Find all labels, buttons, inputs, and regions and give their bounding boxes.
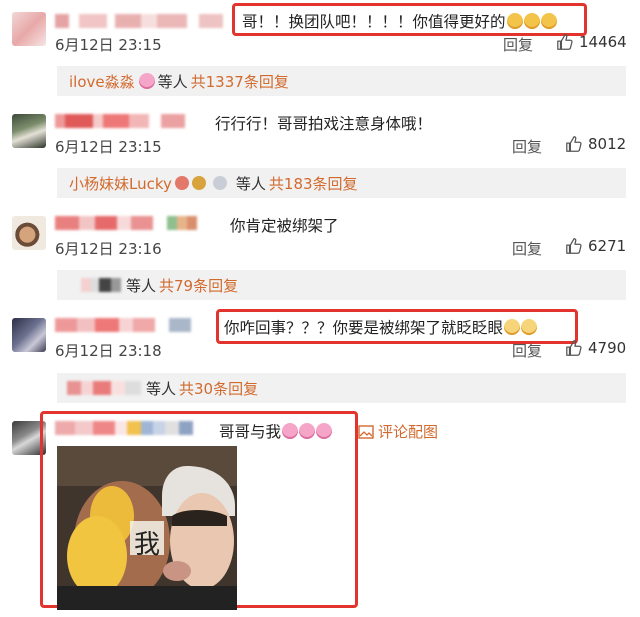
reply-user-blurred[interactable] [81,278,123,292]
thumbs-up-icon [566,340,582,356]
reply-count[interactable]: 共79条回复 [159,275,238,296]
reply-user[interactable]: 小杨妹妹Lucky [69,173,172,194]
cat-face-icon [521,319,538,335]
comment-text: 哥！！换团队吧！！！！你值得更好的 [242,10,557,32]
comment-text-body: 哥哥与我 [219,423,282,441]
sweat-smile-icon [506,13,523,29]
badge-icon [191,176,206,190]
photo-caption: 我 [134,530,161,560]
reply-button[interactable]: 回复 [512,136,542,157]
like-count: 8012 [588,135,627,153]
thumbs-up-icon [557,34,573,50]
reply-user-blurred[interactable] [67,381,143,395]
reply-count[interactable]: 共30条回复 [179,378,258,399]
like-button[interactable]: 14464 [556,33,627,51]
image-icon [358,424,374,439]
reply-others: 等人 [126,276,157,295]
thumbs-up-icon [566,238,582,254]
reply-button[interactable]: 回复 [512,340,542,361]
avatar[interactable] [12,216,46,250]
comment-text-body: 你咋回事？？？你要是被绑架了就眨眨眼 [224,319,504,337]
sweat-smile-icon [540,13,557,29]
sweat-smile-icon [523,13,540,29]
badge-icon [174,176,189,190]
username-blurred[interactable] [55,14,235,28]
avatar[interactable] [12,12,46,46]
comment-text-body: 哥！！换团队吧！！！！你值得更好的 [242,13,506,31]
comment-image-link[interactable]: 评论配图 [358,421,438,442]
comment-text: 你咋回事？？？你要是被绑架了就眨眨眼 [224,316,538,338]
comment-text: 行行行！哥哥拍戏注意身体哦！ [215,115,433,133]
pig-face-icon [316,423,333,439]
like-button[interactable]: 8012 [565,135,626,153]
username-blurred[interactable] [55,318,205,332]
avatar[interactable] [12,114,46,148]
avatar[interactable] [12,318,46,352]
username-blurred[interactable] [55,114,195,128]
reply-button[interactable]: 回复 [503,34,533,55]
comment-text: 你肯定被绑架了 [230,217,339,235]
like-button[interactable]: 6271 [565,237,626,255]
reply-user[interactable]: ilove淼淼 [69,71,135,92]
comment-date: 6月12日 23:18 [55,342,162,360]
like-count: 14464 [579,33,627,51]
reply-summary[interactable]: ilove淼淼 等人 共1337条回复 [57,66,626,96]
pig-face-icon [299,423,316,439]
face-icon [138,73,155,89]
pig-face-icon [282,423,299,439]
comment-image-label: 评论配图 [378,423,439,441]
comment-date: 6月12日 23:15 [55,138,162,156]
username-blurred[interactable] [55,421,215,435]
like-count: 4790 [588,339,627,357]
comment-photo[interactable]: 我 [57,446,237,610]
reply-button[interactable]: 回复 [512,238,542,259]
reply-others: 等人 [146,379,177,398]
like-count: 6271 [588,237,627,255]
like-button[interactable]: 4790 [565,339,626,357]
comment-date: 6月12日 23:16 [55,240,162,258]
reply-summary[interactable]: 等人 共79条回复 [57,270,626,300]
thumbs-up-icon [566,136,582,152]
reply-others: 等人 [157,72,188,91]
badge-icon [212,176,227,190]
cat-face-icon [504,319,521,335]
comment-text: 哥哥与我 [219,420,333,442]
reply-count[interactable]: 共183条回复 [269,173,358,194]
reply-summary[interactable]: 小杨妹妹Lucky 等人 共183条回复 [57,168,626,198]
reply-others: 等人 [235,174,266,193]
reply-count[interactable]: 共1337条回复 [191,71,289,92]
reply-summary[interactable]: 等人 共30条回复 [57,373,626,403]
comment-date: 6月12日 23:15 [55,36,162,54]
username-blurred[interactable] [55,216,213,230]
